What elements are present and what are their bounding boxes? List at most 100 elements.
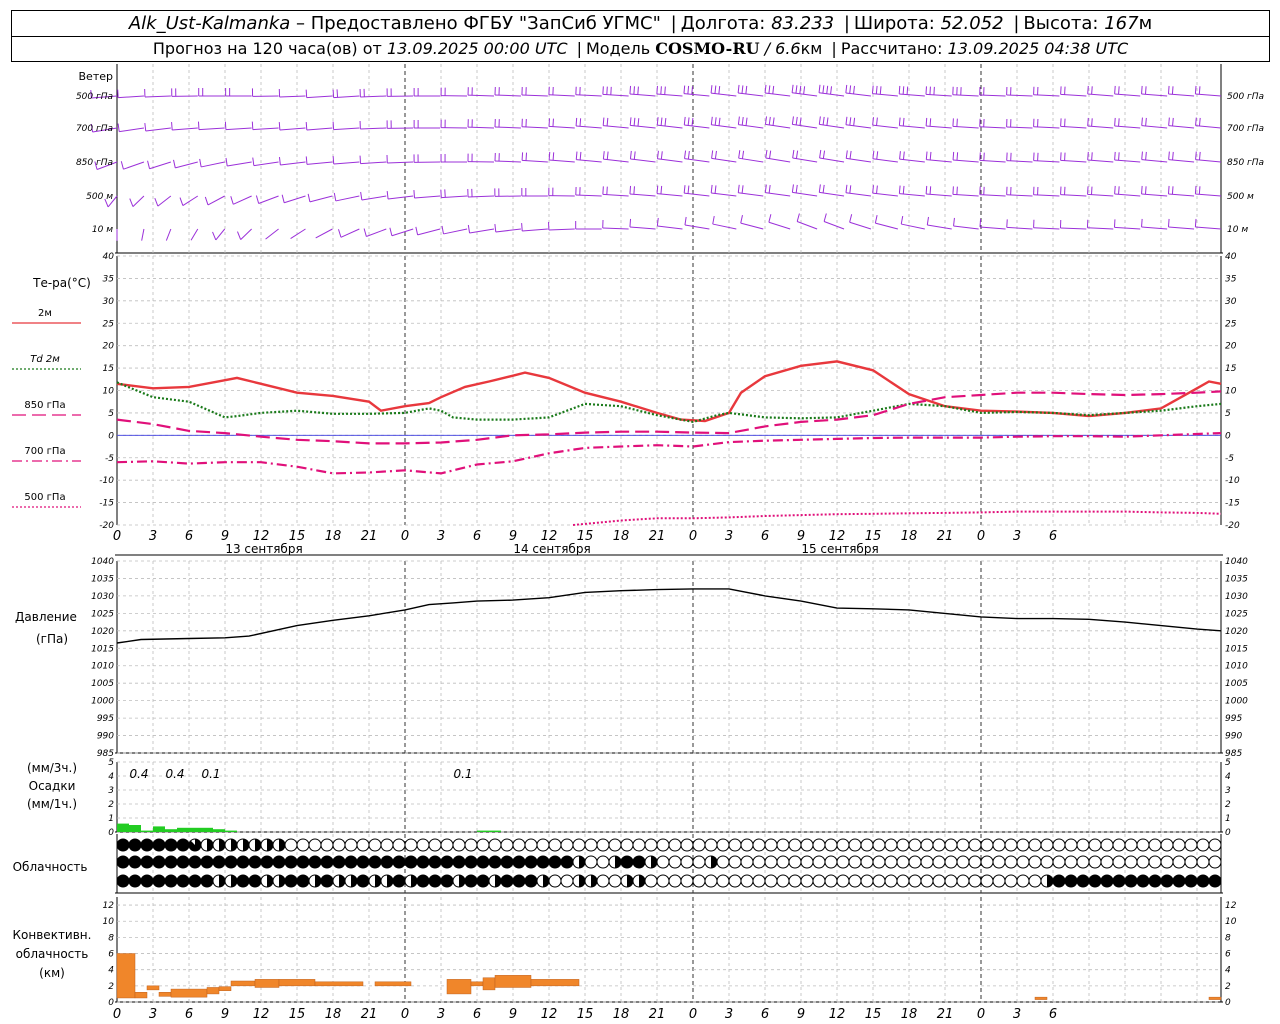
cloud-symbol (920, 874, 934, 888)
wind-barb-flag (199, 158, 202, 168)
wind-barb-flag (1087, 117, 1089, 127)
prec-tick-left: 4 (108, 772, 114, 782)
wind-barb-flag (764, 116, 768, 125)
cloud-symbol (560, 838, 574, 852)
temp-hour-label: 3 (1013, 529, 1021, 544)
wind-barb-flag (711, 150, 714, 159)
cloud-symbol (896, 838, 910, 852)
wind-barb-flag (740, 215, 743, 224)
wind-barb-shaft (258, 195, 279, 204)
conv-hour-label: 12 (541, 1007, 558, 1022)
wind-barb-flag (1144, 186, 1147, 195)
cloud-symbol (968, 855, 982, 869)
pres-tick-right: 1020 (1225, 627, 1248, 637)
wind-barb-flag (823, 213, 827, 222)
temp-hour-label: 6 (1049, 529, 1057, 544)
conv-hour-label: 3 (1013, 1007, 1021, 1022)
pres-tick-left: 1040 (91, 557, 114, 567)
wind-barb-flag (629, 85, 632, 95)
temp-hour-label: 6 (761, 529, 769, 544)
wind-barb-shaft (145, 127, 171, 132)
cloud-symbol (320, 855, 334, 869)
wind-barb-shaft (360, 127, 387, 130)
conv-hour-label: 6 (473, 1007, 481, 1022)
wind-barb-flag (656, 217, 659, 227)
wind-barb-shaft (548, 228, 575, 231)
precip-bar (177, 827, 189, 832)
cloud-symbol (1148, 838, 1162, 852)
cloud-symbol (836, 874, 850, 888)
temp-hour-label: 21 (649, 529, 666, 544)
cloud-symbol (524, 838, 538, 852)
wind-barb-flag (741, 185, 744, 194)
wind-barb-flag (1171, 86, 1174, 95)
cloud-symbol (308, 855, 322, 869)
cloud-symbol (1184, 838, 1198, 852)
wind-barb-shaft (335, 195, 360, 202)
wind-barb-shaft (227, 161, 252, 167)
wind-barb-flag (1168, 151, 1170, 160)
wind-barb-flag (792, 149, 795, 159)
cloud-symbol (1088, 838, 1102, 852)
temp-tick-left: 15 (103, 364, 115, 374)
cloud-symbol (836, 855, 850, 869)
wind-barb-shaft (768, 221, 791, 230)
pres-tick-left: 1030 (91, 592, 114, 602)
conv-hour-label: 9 (797, 1007, 805, 1022)
meteogram: Ветер Те-ра(°C) Давление (гПа) (мм/3ч.) … (12, 64, 1264, 1022)
cloud-symbol (872, 874, 886, 888)
cloud-symbol (884, 855, 898, 869)
wind-barb-flag (1198, 186, 1201, 195)
cloud-symbol (176, 838, 190, 852)
wind-barb-flag (926, 216, 929, 226)
temp-tick-left: 30 (103, 297, 115, 307)
conv-hour-label: 21 (649, 1007, 666, 1022)
wind-barb-flag (579, 151, 582, 160)
wind-barb-shaft (797, 221, 818, 230)
cloud-symbol (1088, 874, 1102, 888)
temp-tick-right: 10 (1225, 387, 1237, 397)
wind-barb-shaft (629, 226, 656, 230)
wind-barb-flag (386, 190, 389, 200)
wind-barb-flag (879, 86, 882, 95)
precip-title: Осадки (29, 779, 76, 793)
temp-tick-left: -15 (99, 499, 114, 509)
cloud-symbol (452, 855, 466, 869)
wind-barb-flag (494, 223, 497, 233)
wind-barb-flag (979, 218, 982, 228)
wind-barb-flag (307, 193, 311, 202)
cloud-symbol (824, 855, 838, 869)
cloud-symbol (1100, 855, 1114, 869)
cloud-symbol (656, 855, 670, 869)
cloud-symbol (860, 838, 874, 852)
temp-tick-left: 5 (108, 409, 114, 419)
precip-3h-label: 0.1 (201, 767, 220, 781)
cloud-symbol (752, 874, 766, 888)
temp-tick-right: 35 (1225, 274, 1237, 284)
wind-barb-flag (548, 151, 551, 161)
cloud-symbol (740, 838, 754, 852)
wind-barb-shaft (190, 228, 199, 241)
wind-barb-flag (1114, 185, 1116, 195)
wind-level-label-right: 10 м (1227, 225, 1248, 235)
cloud-symbol (596, 855, 610, 869)
temp-series-4 (572, 510, 1222, 526)
temp-tick-left: -10 (99, 476, 114, 486)
cloud-symbol (1100, 838, 1114, 852)
wind-barb-flag (710, 85, 713, 94)
wind-barb-flag (898, 117, 901, 126)
wind-barb-flag (871, 85, 874, 94)
wind-barb-flag (281, 194, 285, 203)
wind-level-label-left: 10 м (92, 225, 113, 235)
cloud-symbol (728, 838, 742, 852)
wind-barb-flag (737, 84, 740, 94)
cloud-symbol (380, 855, 394, 869)
wind-barb-shaft (201, 161, 225, 168)
cloud-symbol-fill (591, 875, 597, 887)
cloud-symbol-fill (219, 839, 225, 851)
cloud-symbol (488, 838, 502, 852)
wind-barb-flag (684, 216, 687, 226)
wind-barb-flag (129, 198, 134, 207)
wind-barb-flag (925, 117, 928, 127)
wind-barb-flag (606, 151, 609, 160)
